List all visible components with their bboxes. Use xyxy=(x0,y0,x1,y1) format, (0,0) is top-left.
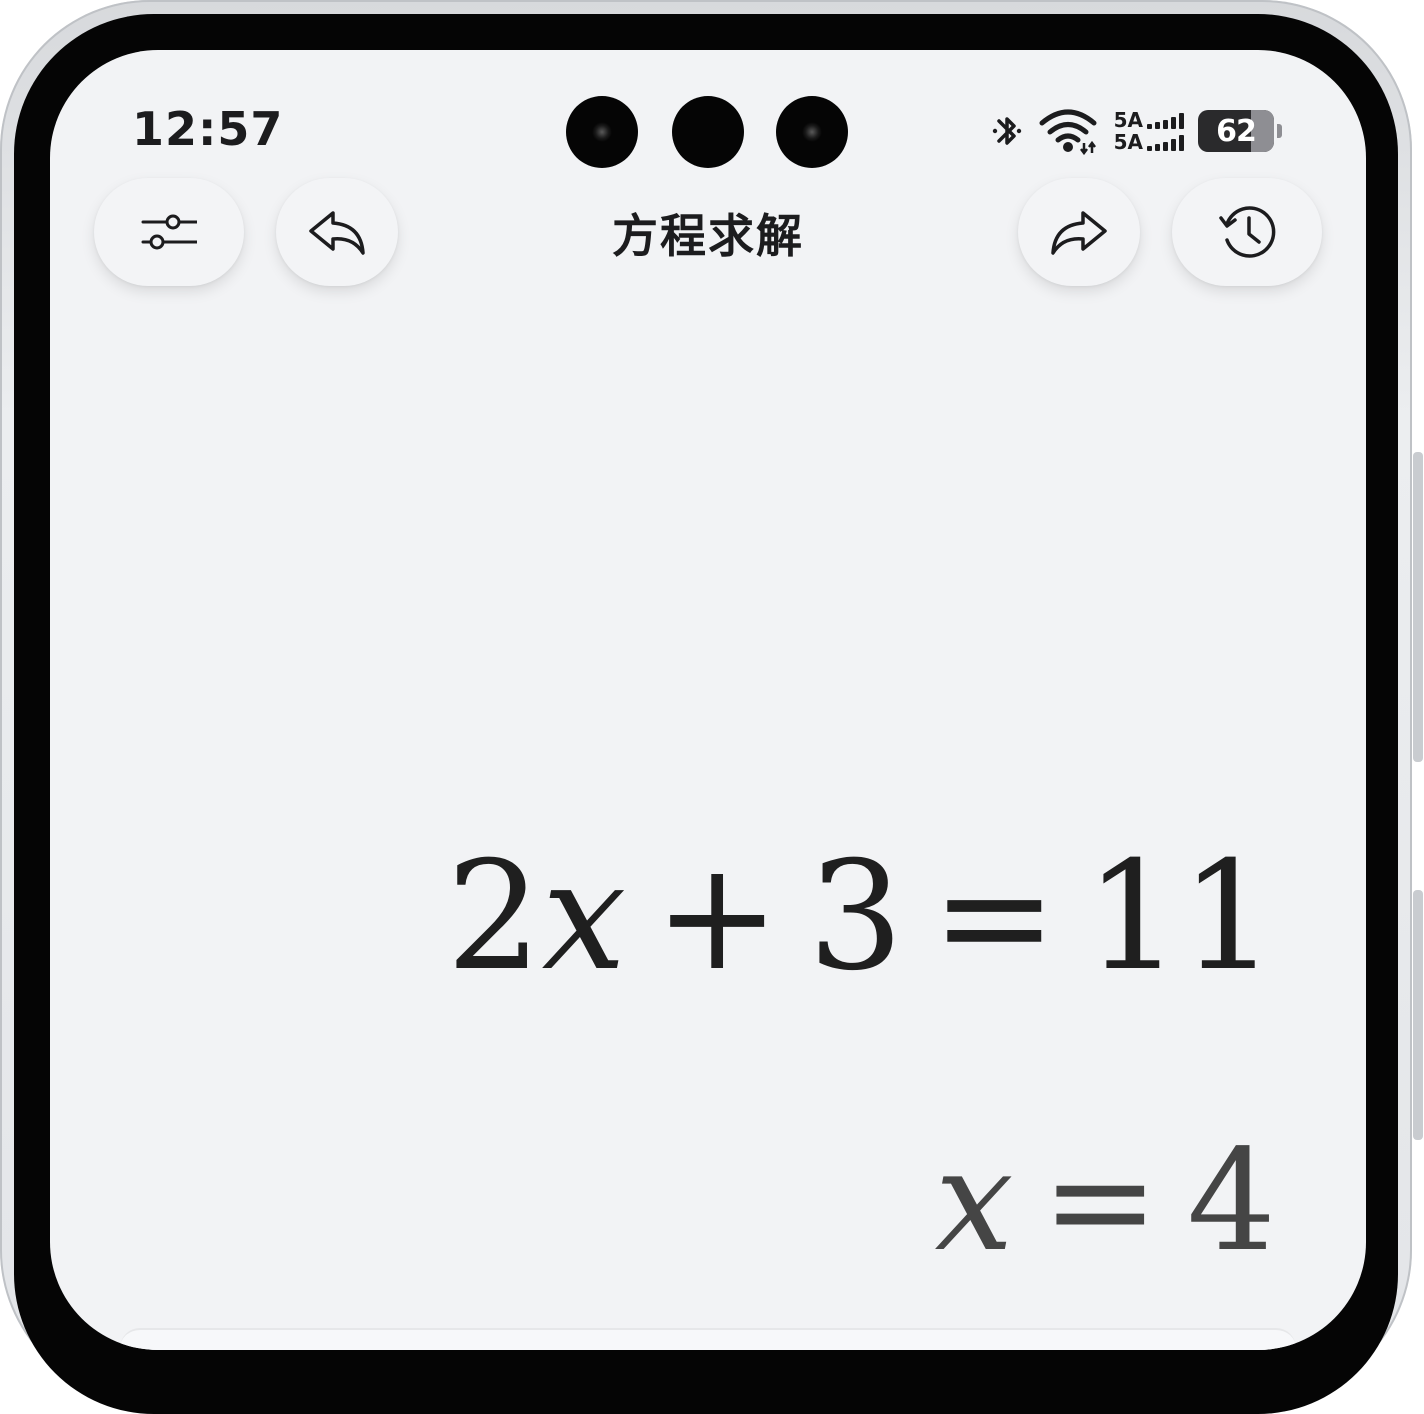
volume-button xyxy=(1413,452,1423,762)
status-time: 12:57 xyxy=(132,102,284,156)
signal-bars-sim2 xyxy=(1147,133,1184,151)
history-icon xyxy=(1219,206,1276,258)
page-title: 方程求解 xyxy=(612,209,804,263)
keypad-panel-edge xyxy=(120,1328,1296,1350)
equation-equals: = xyxy=(931,830,1058,1004)
network-type-sim1: 5A xyxy=(1113,108,1143,132)
solution-display: x = 4 xyxy=(935,1120,1276,1283)
network-type-sim2: 5A xyxy=(1113,130,1143,154)
battery-body: 62 xyxy=(1198,110,1274,152)
history-button[interactable] xyxy=(1172,178,1322,286)
front-camera-left xyxy=(566,96,638,168)
redo-icon xyxy=(1051,211,1107,255)
app-screen: 12:57 5A 5A 62 方程求解 2x + 3 = 11 x = 4 xyxy=(50,50,1366,1350)
equation-coefficient: 2 xyxy=(446,830,542,1004)
signal-icon: 5A 5A xyxy=(1114,109,1184,153)
solution-value: 4 xyxy=(1186,1120,1276,1283)
wifi-icon xyxy=(1039,109,1097,155)
power-button xyxy=(1413,890,1423,1140)
bluetooth-icon xyxy=(992,117,1021,145)
solution-equals: = xyxy=(1041,1120,1159,1283)
equation-display: 2x +3 = 11 xyxy=(446,830,1276,1004)
status-icons: 5A 5A 62 xyxy=(990,106,1282,156)
equation-plus: + xyxy=(654,830,780,1004)
battery-percent: 62 xyxy=(1216,113,1257,149)
front-sensor xyxy=(672,96,744,168)
redo-button[interactable] xyxy=(1018,178,1140,286)
front-camera-right xyxy=(776,96,848,168)
battery-icon: 62 xyxy=(1198,110,1282,152)
equation-variable: x xyxy=(541,830,627,1004)
equation-constant: 3 xyxy=(808,830,904,1004)
solution-variable: x xyxy=(934,1120,1014,1283)
signal-bars-sim1 xyxy=(1147,111,1184,129)
equation-rhs: 11 xyxy=(1085,830,1276,1004)
